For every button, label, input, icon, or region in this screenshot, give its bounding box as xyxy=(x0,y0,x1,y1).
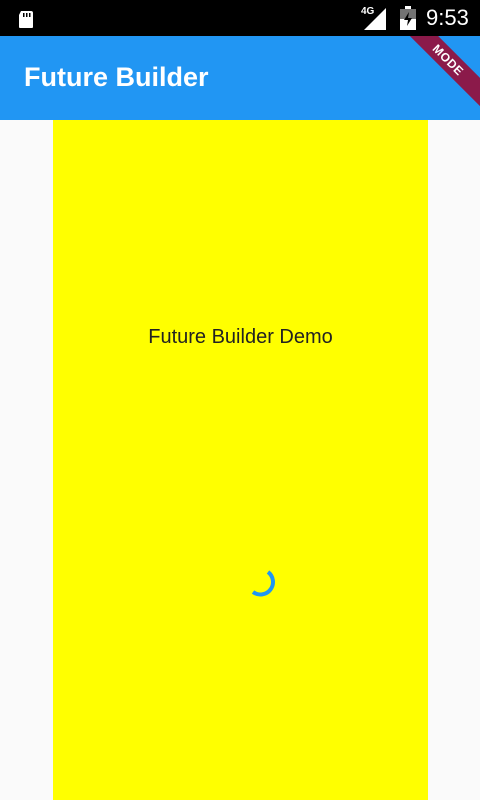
app-title: Future Builder xyxy=(24,62,209,92)
app-bar: Future Builder MODE xyxy=(0,36,480,120)
yellow-container: Future Builder Demo xyxy=(53,120,428,800)
body-area: Future Builder Demo xyxy=(0,120,480,800)
battery-icon xyxy=(400,6,416,30)
loading-spinner-icon xyxy=(251,570,275,597)
debug-mode-banner: MODE xyxy=(391,36,480,117)
demo-text: Future Builder Demo xyxy=(148,326,333,348)
sd-card-icon xyxy=(19,11,33,28)
signal-icon xyxy=(364,8,386,30)
status-clock: 9:53 xyxy=(426,5,469,30)
status-bar: 4G 9:53 xyxy=(0,0,480,36)
